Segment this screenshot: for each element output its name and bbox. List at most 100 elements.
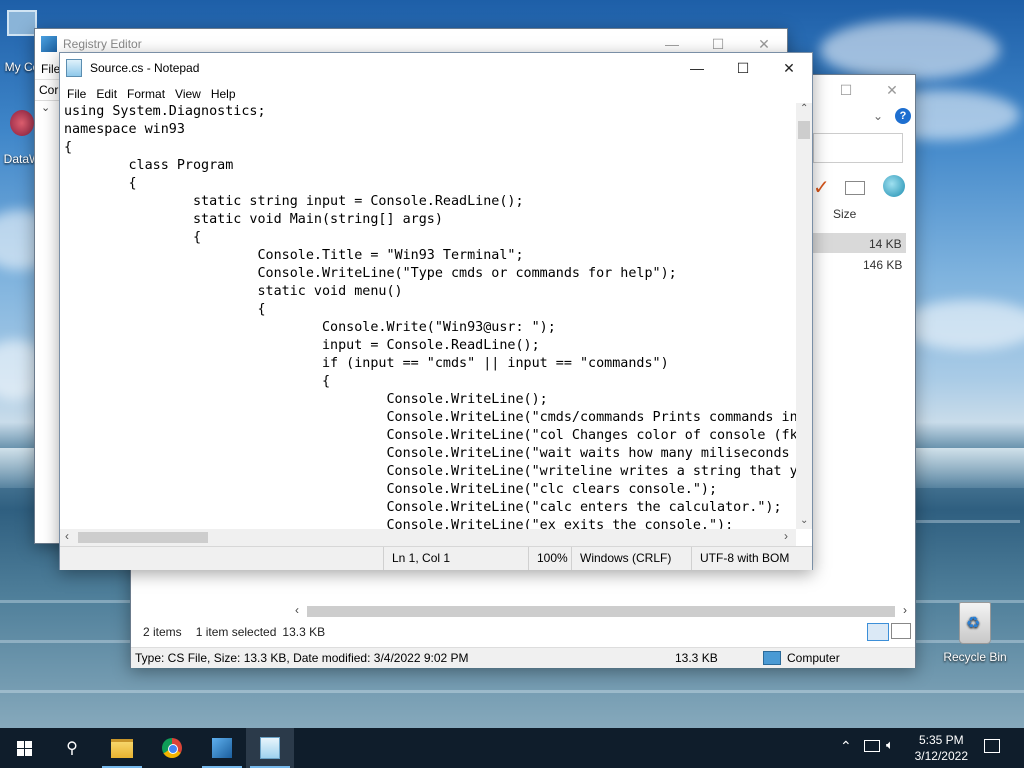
- vertical-scroll-thumb[interactable]: [798, 121, 810, 139]
- taskbar-file-explorer[interactable]: [98, 728, 146, 768]
- text-line: Console.Write("Win93@usr: ");: [64, 320, 556, 335]
- chevron-left-icon[interactable]: ‹: [295, 603, 299, 617]
- text-line: class Program: [64, 158, 234, 173]
- taskbar-chrome[interactable]: [148, 728, 196, 768]
- chevron-up-icon[interactable]: ⌃: [800, 103, 808, 114]
- menu-edit[interactable]: Edit: [91, 87, 122, 101]
- notepad-titlebar[interactable]: Source.cs - Notepad — ☐ ✕: [60, 53, 812, 83]
- text-line: {: [64, 140, 73, 155]
- menu-view[interactable]: View: [170, 87, 206, 101]
- text-editor-area[interactable]: using System.Diagnostics; namespace win93…: [60, 103, 800, 529]
- text-line: Console.Title = "Win93 Terminal";: [64, 248, 524, 263]
- text-line: {: [64, 374, 331, 389]
- registry-tree-expand-icon[interactable]: ⌄: [41, 101, 50, 114]
- recycle-bin-icon: ♻: [959, 602, 991, 644]
- text-line: Console.WriteLine();: [64, 392, 548, 407]
- text-line: {: [64, 176, 137, 191]
- computer-icon: [763, 651, 781, 665]
- menu-help[interactable]: Help: [206, 87, 241, 101]
- items-count: 2 items: [143, 625, 182, 639]
- desktop-icon-label: Recycle Bin: [943, 650, 1007, 664]
- status-line-ending: Windows (CRLF): [571, 547, 692, 570]
- search-icon: ⚲: [66, 740, 78, 757]
- vertical-scrollbar[interactable]: ⌃ ⌄: [796, 103, 812, 529]
- notification-center-icon[interactable]: [984, 739, 1000, 753]
- explorer-hscrollbar[interactable]: ‹ ›: [291, 603, 913, 619]
- network-icon[interactable]: [864, 740, 880, 752]
- notepad-icon: [66, 59, 82, 77]
- registry-title: Registry Editor: [63, 37, 142, 51]
- large-icons-view-icon[interactable]: [891, 623, 911, 639]
- folder-icon: [111, 738, 133, 758]
- checkmark-icon[interactable]: ✓: [813, 175, 830, 200]
- volume-icon[interactable]: 🔈︎: [886, 737, 894, 753]
- computer-icon: [7, 10, 37, 36]
- taskbar-registry-editor[interactable]: [198, 728, 246, 768]
- chevron-down-icon[interactable]: ⌄: [873, 109, 883, 123]
- text-line: static void menu(): [64, 284, 403, 299]
- text-line: input = Console.ReadLine();: [64, 338, 540, 353]
- selected-size: 13.3 KB: [282, 625, 326, 639]
- shell-icon[interactable]: [883, 175, 905, 197]
- status-encoding: UTF-8 with BOM: [691, 547, 810, 570]
- notepad-menu-bar: File Edit Format View Help: [60, 83, 812, 105]
- text-line: {: [64, 230, 202, 245]
- status-size: 13.3 KB: [675, 651, 718, 665]
- registry-editor-icon: [41, 36, 57, 52]
- chevron-left-icon[interactable]: ‹: [65, 529, 69, 543]
- notepad-title: Source.cs - Notepad: [90, 61, 200, 75]
- windows-logo-icon: [16, 740, 32, 756]
- details-view-icon[interactable]: [867, 623, 889, 641]
- explorer-hscroll-thumb[interactable]: [307, 606, 895, 617]
- column-header-size[interactable]: Size: [833, 207, 856, 221]
- text-line: Console.WriteLine("col Changes color of …: [64, 428, 798, 443]
- text-line: Console.WriteLine("Type cmds or commands…: [64, 266, 677, 281]
- text-line: Console.WriteLine("writeline writes a st…: [64, 464, 798, 479]
- chevron-down-icon[interactable]: ⌄: [800, 515, 808, 526]
- notepad-status-bar: Ln 1, Col 1 100% Windows (CRLF) UTF-8 wi…: [60, 546, 812, 570]
- chrome-icon: [162, 738, 182, 758]
- clock-date: 3/12/2022: [914, 749, 968, 763]
- clock-time: 5:35 PM: [918, 733, 964, 747]
- chevron-right-icon[interactable]: ›: [903, 603, 907, 617]
- text-line: namespace win93: [64, 122, 185, 137]
- explorer-close-button[interactable]: ✕: [869, 75, 915, 105]
- notepad-maximize-button[interactable]: ☐: [720, 53, 766, 83]
- status-file-info: Type: CS File, Size: 13.3 KB, Date modif…: [135, 651, 469, 665]
- notepad-window[interactable]: Source.cs - Notepad — ☐ ✕ File Edit Form…: [59, 52, 813, 570]
- search-box[interactable]: [813, 133, 903, 163]
- notepad-minimize-button[interactable]: —: [674, 53, 720, 83]
- file-size-cell: 14 KB: [869, 237, 902, 251]
- explorer-maximize-button[interactable]: ☐: [823, 75, 869, 105]
- system-clock[interactable]: 5:35 PM 3/12/2022: [915, 732, 968, 764]
- registry-address-text: Cor: [39, 83, 59, 97]
- start-button[interactable]: [0, 728, 48, 768]
- help-icon[interactable]: ?: [895, 108, 911, 124]
- taskbar-notepad[interactable]: [246, 728, 294, 768]
- taskbar: ⚲ ⌃ 🔈︎ 5:35 PM 3/12/2022: [0, 728, 1024, 768]
- text-line: Console.WriteLine("wait waits how many m…: [64, 446, 790, 461]
- horizontal-scrollbar[interactable]: ‹ ›: [60, 529, 796, 546]
- text-line: if (input == "cmds" || input == "command…: [64, 356, 669, 371]
- text-line: Console.WriteLine("ex exits the console.…: [64, 518, 734, 529]
- text-line: {: [64, 302, 266, 317]
- menu-format[interactable]: Format: [122, 87, 170, 101]
- registry-editor-icon: [212, 738, 232, 758]
- selected-count: 1 item selected: [195, 625, 277, 639]
- text-line: Console.WriteLine("clc clears console.")…: [64, 482, 718, 497]
- notepad-icon: [260, 737, 280, 759]
- status-cursor-position: Ln 1, Col 1: [383, 547, 528, 570]
- search-button[interactable]: ⚲: [48, 728, 96, 768]
- horizontal-scroll-thumb[interactable]: [78, 532, 208, 543]
- explorer-status-bar: Type: CS File, Size: 13.3 KB, Date modif…: [131, 647, 915, 668]
- dataw-icon: [10, 110, 34, 136]
- notepad-close-button[interactable]: ✕: [766, 53, 812, 83]
- desktop-icon-recycle-bin[interactable]: ♻ Recycle Bin: [940, 602, 1010, 664]
- text-line: Console.WriteLine("cmds/commands Prints …: [64, 410, 798, 425]
- email-icon[interactable]: [845, 181, 865, 195]
- registry-menu-file[interactable]: File: [41, 62, 60, 76]
- chevron-right-icon[interactable]: ›: [784, 529, 788, 543]
- status-location: Computer: [787, 651, 840, 665]
- chevron-up-icon[interactable]: ⌃: [840, 738, 852, 755]
- menu-file[interactable]: File: [62, 87, 91, 101]
